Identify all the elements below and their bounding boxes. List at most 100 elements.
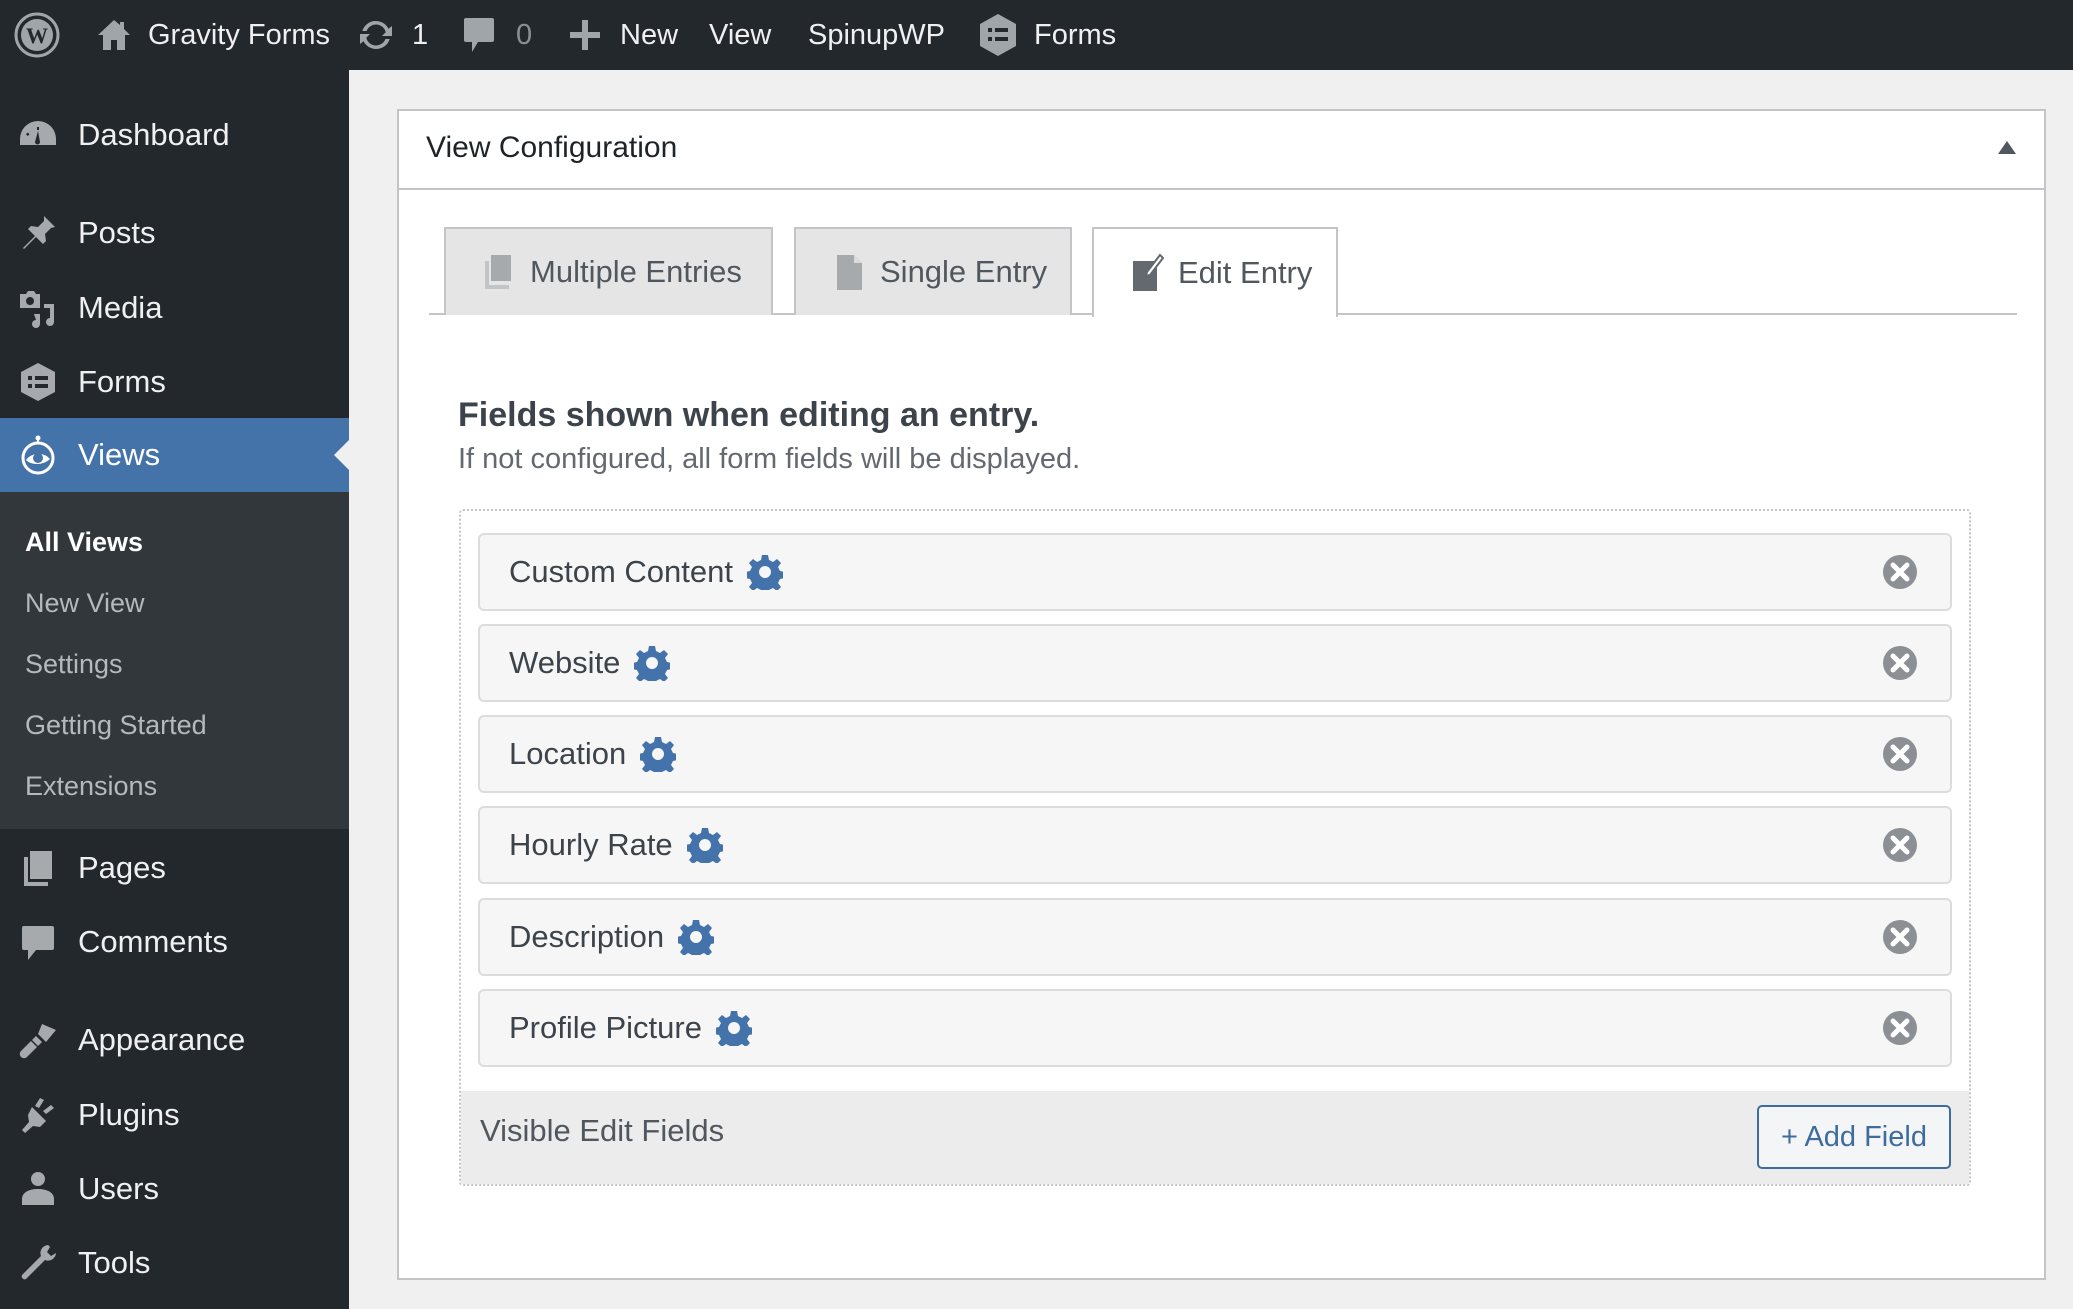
sidebar-label: Posts bbox=[78, 215, 156, 250]
sidebar-label: Pages bbox=[78, 850, 166, 885]
sidebar-label: Tools bbox=[78, 1245, 151, 1280]
submenu-item-settings[interactable]: Settings bbox=[25, 649, 123, 680]
wrench-icon bbox=[18, 1243, 58, 1283]
tab-edit-entry[interactable]: Edit Entry bbox=[1092, 227, 1338, 317]
new-label: New bbox=[620, 18, 679, 51]
field-label: Location bbox=[509, 736, 627, 771]
site-name: Gravity Forms bbox=[148, 18, 331, 51]
admin-bar: W Gravity Forms 1 0 New View SpinupWP Fo… bbox=[0, 0, 2073, 70]
comment-icon bbox=[18, 922, 58, 962]
home-icon bbox=[98, 20, 130, 50]
remove-field-icon[interactable] bbox=[1882, 1010, 1918, 1046]
view-label: View bbox=[709, 18, 772, 51]
sidebar-item-users[interactable]: Users bbox=[0, 1152, 349, 1226]
sidebar-item-comments[interactable]: Comments bbox=[0, 905, 349, 979]
field-label: Hourly Rate bbox=[509, 827, 673, 862]
sidebar-item-posts[interactable]: Posts bbox=[0, 196, 349, 270]
edit-icon bbox=[1133, 253, 1164, 291]
view-configuration-panel: View Configuration Multiple Entries Sing… bbox=[397, 109, 2046, 1280]
triangle-up-icon bbox=[1998, 141, 2016, 154]
submenu-item-extensions[interactable]: Extensions bbox=[25, 771, 157, 802]
spinupwp-link[interactable]: SpinupWP bbox=[808, 0, 945, 70]
panel-header[interactable]: View Configuration bbox=[399, 111, 2044, 190]
sidebar-item-plugins[interactable]: Plugins bbox=[0, 1078, 349, 1152]
add-field-button[interactable]: + Add Field bbox=[1757, 1105, 1951, 1169]
field-label: Custom Content bbox=[509, 554, 733, 589]
spinupwp-label: SpinupWP bbox=[808, 18, 946, 51]
remove-field-icon[interactable] bbox=[1882, 827, 1918, 863]
tab-single-entry[interactable]: Single Entry bbox=[794, 227, 1072, 315]
tab-label: Edit Entry bbox=[1178, 255, 1313, 290]
comments-count: 0 bbox=[516, 18, 533, 51]
wordpress-logo-icon: W bbox=[14, 12, 60, 58]
sidebar-label: Users bbox=[78, 1171, 159, 1206]
field-label: Description bbox=[509, 919, 665, 954]
sidebar-item-views[interactable]: Views bbox=[0, 418, 349, 492]
forms-link[interactable]: Forms bbox=[978, 0, 1116, 70]
sidebar-label: Comments bbox=[78, 924, 228, 959]
section-heading: Fields shown when editing an entry. bbox=[458, 396, 1040, 434]
svg-text:W: W bbox=[26, 23, 48, 48]
edit-fields-dropzone: Custom Content Website Location Hourly R… bbox=[459, 509, 1971, 1186]
forms-label: Forms bbox=[1034, 18, 1117, 51]
plus-icon bbox=[570, 20, 600, 50]
sidebar-item-appearance[interactable]: Appearance bbox=[0, 1003, 349, 1077]
site-name-link[interactable]: Gravity Forms bbox=[96, 0, 330, 70]
active-indicator bbox=[334, 440, 349, 470]
section-description: If not configured, all form fields will … bbox=[458, 443, 1081, 475]
updates-count: 1 bbox=[412, 18, 429, 51]
gear-icon[interactable] bbox=[634, 645, 671, 681]
pages-icon bbox=[18, 848, 58, 888]
field-row[interactable]: Location bbox=[478, 715, 1952, 793]
sidebar-label: Appearance bbox=[78, 1022, 246, 1057]
sidebar-item-forms[interactable]: Forms bbox=[0, 345, 349, 419]
sidebar-item-tools[interactable]: Tools bbox=[0, 1226, 349, 1300]
updates-icon bbox=[360, 20, 392, 50]
remove-field-icon[interactable] bbox=[1882, 919, 1918, 955]
field-row[interactable]: Profile Picture bbox=[478, 989, 1952, 1067]
gear-icon[interactable] bbox=[747, 554, 783, 590]
tab-multiple-entries[interactable]: Multiple Entries bbox=[444, 227, 773, 315]
sidebar-label: Plugins bbox=[78, 1097, 180, 1132]
gear-icon[interactable] bbox=[678, 919, 715, 955]
sidebar-label: Dashboard bbox=[78, 117, 230, 152]
submenu-item-all-views[interactable]: All Views bbox=[25, 527, 143, 558]
submenu-item-getting-started[interactable]: Getting Started bbox=[25, 710, 207, 741]
sidebar-label: Forms bbox=[78, 364, 166, 399]
dashboard-icon bbox=[18, 115, 58, 155]
collapse-toggle-button[interactable] bbox=[1998, 141, 2018, 157]
submenu-item-new-view[interactable]: New View bbox=[25, 588, 145, 619]
field-row[interactable]: Website bbox=[478, 624, 1952, 702]
remove-field-icon[interactable] bbox=[1882, 554, 1918, 590]
field-row[interactable]: Custom Content bbox=[478, 533, 1952, 611]
remove-field-icon[interactable] bbox=[1882, 645, 1918, 681]
plugin-icon bbox=[18, 1095, 58, 1135]
sidebar-item-dashboard[interactable]: Dashboard bbox=[0, 98, 349, 172]
sidebar-item-media[interactable]: Media bbox=[0, 271, 349, 345]
sidebar-label: Views bbox=[78, 437, 161, 472]
comments-link[interactable]: 0 bbox=[462, 0, 532, 70]
gravity-forms-icon bbox=[980, 14, 1016, 56]
footer-label: Visible Edit Fields bbox=[480, 1113, 725, 1148]
view-link[interactable]: View bbox=[709, 0, 771, 70]
views-submenu: All Views New View Settings Getting Star… bbox=[0, 492, 349, 829]
updates-link[interactable]: 1 bbox=[356, 0, 428, 70]
pin-icon bbox=[18, 213, 58, 253]
field-row[interactable]: Description bbox=[478, 898, 1952, 976]
page-icon bbox=[837, 255, 862, 290]
new-content-link[interactable]: New bbox=[570, 0, 678, 70]
admin-sidebar: Dashboard Posts Media Forms Views All Vi… bbox=[0, 70, 349, 1309]
forms-icon bbox=[18, 362, 58, 402]
panel-title: View Configuration bbox=[426, 131, 678, 164]
sidebar-label: Media bbox=[78, 290, 163, 325]
multiple-pages-icon bbox=[485, 255, 511, 289]
sidebar-item-pages[interactable]: Pages bbox=[0, 831, 349, 905]
gear-icon[interactable] bbox=[715, 1010, 752, 1046]
wordpress-logo-button[interactable]: W bbox=[14, 0, 60, 70]
remove-field-icon[interactable] bbox=[1882, 736, 1918, 772]
comment-icon bbox=[464, 18, 494, 52]
field-row[interactable]: Hourly Rate bbox=[478, 806, 1952, 884]
media-icon bbox=[18, 288, 58, 328]
gear-icon[interactable] bbox=[686, 827, 723, 863]
gear-icon[interactable] bbox=[640, 736, 677, 772]
